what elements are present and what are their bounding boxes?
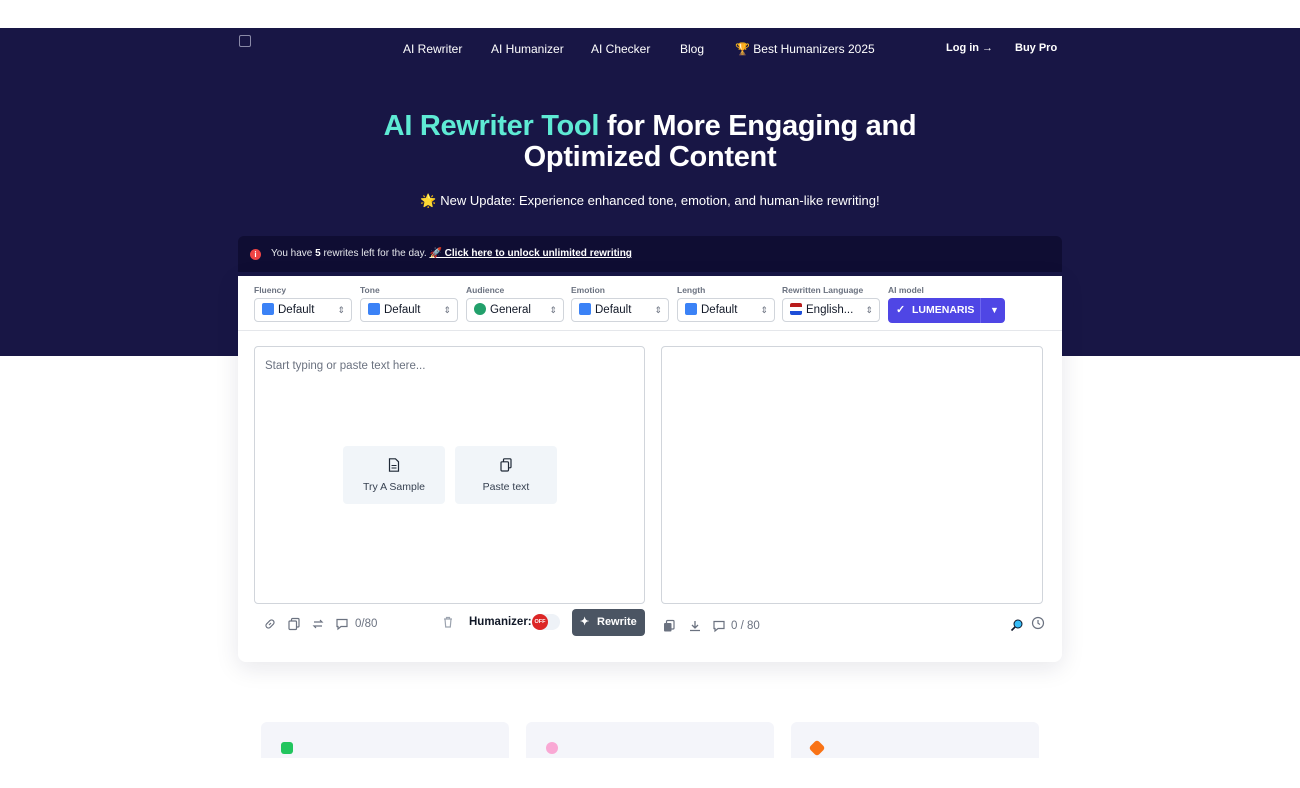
language-select[interactable]: English... ⇕ — [782, 298, 880, 322]
comment-icon — [713, 620, 725, 633]
options-bar: Fluency Default ⇕ Tone Default ⇕ Audienc… — [238, 276, 1062, 331]
model-label: AI model — [888, 285, 924, 295]
bottom-strip — [0, 758, 1300, 788]
language-option: Rewritten Language English... ⇕ — [782, 285, 880, 322]
try-sample-button[interactable]: Try A Sample — [343, 446, 445, 504]
login-link[interactable]: Log in → — [946, 42, 993, 54]
emotion-label: Emotion — [571, 285, 605, 295]
length-option: Length Default ⇕ — [677, 285, 775, 322]
output-word-count: 0 / 80 — [731, 620, 760, 632]
refresh-emoji-icon — [262, 303, 274, 315]
comment-icon — [336, 618, 348, 631]
nav-ai-humanizer[interactable]: AI Humanizer — [491, 42, 564, 56]
output-textarea[interactable] — [661, 346, 1043, 604]
audience-value: General — [490, 304, 531, 316]
rewriter-card: Fluency Default ⇕ Tone Default ⇕ Audienc… — [238, 276, 1062, 662]
length-value: Default — [701, 304, 738, 316]
fluency-select[interactable]: Default ⇕ — [254, 298, 352, 322]
nav-best-humanizers[interactable]: 🏆 Best Humanizers 2025 — [735, 42, 875, 56]
usage-notice-bar: i You have 5 rewrites left for the day. … — [238, 236, 1062, 272]
buy-pro-button[interactable]: Buy Pro — [1015, 42, 1057, 54]
rewrite-label: Rewrite — [597, 616, 637, 628]
humanizer-state: OFF — [532, 614, 548, 630]
nav-blog[interactable]: Blog — [680, 42, 704, 56]
collision-emoji-icon — [808, 739, 826, 757]
chevron-updown-icon: ⇕ — [760, 305, 768, 315]
copy-icon[interactable] — [287, 617, 301, 631]
top-nav: AI Rewriter AI Humanizer AI Checker Blog… — [0, 42, 1300, 58]
trash-icon[interactable] — [441, 615, 455, 629]
refresh-emoji-icon — [368, 303, 380, 315]
title-rest: for More Engaging and — [599, 110, 917, 142]
history-icon[interactable] — [1031, 616, 1045, 630]
humanizer-toggle[interactable]: OFF — [532, 614, 560, 630]
usage-notice-text: You have 5 rewrites left for the day. 🚀 … — [271, 248, 632, 259]
page-title: AI Rewriter Tool for More Engaging and O… — [300, 111, 1000, 173]
link-icon[interactable] — [263, 617, 277, 631]
notice-before: You have — [271, 248, 316, 259]
input-textarea[interactable]: Start typing or paste text here... Try A… — [254, 346, 645, 604]
download-icon[interactable] — [688, 619, 702, 633]
chevron-updown-icon: ⇕ — [337, 305, 345, 315]
info-icon: i — [250, 249, 261, 260]
magnifier-icon[interactable] — [1010, 618, 1024, 632]
globe-emoji-icon — [474, 303, 486, 315]
input-placeholder: Start typing or paste text here... — [265, 360, 426, 372]
fluency-label: Fluency — [254, 285, 287, 295]
refresh-emoji-icon — [579, 303, 591, 315]
us-flag-icon — [790, 303, 802, 315]
model-select-button[interactable]: ✓ LUMENARIS ▼ — [888, 298, 1005, 323]
language-value: English... — [806, 304, 854, 316]
nav-ai-rewriter[interactable]: AI Rewriter — [403, 42, 462, 56]
tone-option: Tone Default ⇕ — [360, 285, 458, 322]
fluency-option: Fluency Default ⇕ — [254, 285, 352, 322]
emotion-value: Default — [595, 304, 632, 316]
unlock-unlimited-link[interactable]: 🚀 Click here to unlock unlimited rewriti… — [429, 248, 631, 259]
chevron-updown-icon: ⇕ — [549, 305, 557, 315]
audience-option: Audience General ⇕ — [466, 285, 564, 322]
emotion-option: Emotion Default ⇕ — [571, 285, 669, 322]
refresh-emoji-icon — [685, 303, 697, 315]
language-label: Rewritten Language — [782, 285, 864, 295]
audience-label: Audience — [466, 285, 505, 295]
editor-toolbar: 0/80 Humanizer: OFF ✦ Rewrite 0 / 80 — [238, 609, 1062, 640]
fluency-value: Default — [278, 304, 315, 316]
copy-output-icon[interactable] — [662, 619, 676, 633]
title-accent: AI Rewriter Tool — [383, 110, 600, 142]
length-label: Length — [677, 285, 706, 295]
tone-label: Tone — [360, 285, 380, 295]
brain-emoji-icon — [546, 742, 558, 754]
swap-icon[interactable] — [311, 617, 325, 631]
chevron-updown-icon: ⇕ — [443, 305, 451, 315]
tone-value: Default — [384, 304, 421, 316]
paste-text-label: Paste text — [482, 481, 530, 493]
notice-after: rewrites left for the day. — [320, 248, 430, 259]
top-strip — [0, 0, 1300, 28]
model-option: AI model ✓ LUMENARIS ▼ — [888, 285, 1005, 323]
document-icon — [388, 458, 400, 472]
audience-select[interactable]: General ⇕ — [466, 298, 564, 322]
chevron-updown-icon: ⇕ — [654, 305, 662, 315]
rewrite-button[interactable]: ✦ Rewrite — [572, 609, 645, 636]
try-sample-label: Try A Sample — [362, 481, 426, 493]
title-line-2: Optimized Content — [523, 141, 777, 173]
clipboard-icon — [500, 458, 512, 472]
nav-ai-checker[interactable]: AI Checker — [591, 42, 650, 56]
humanizer-label: Humanizer: — [469, 616, 532, 628]
check-icon: ✓ — [896, 304, 906, 316]
input-word-count: 0/80 — [355, 618, 378, 630]
paste-text-button[interactable]: Paste text — [455, 446, 557, 504]
emotion-select[interactable]: Default ⇕ — [571, 298, 669, 322]
tone-select[interactable]: Default ⇕ — [360, 298, 458, 322]
check-mark-emoji-icon — [281, 742, 293, 754]
sparkle-icon: ✦ — [580, 616, 590, 628]
model-divider — [980, 298, 981, 323]
length-select[interactable]: Default ⇕ — [677, 298, 775, 322]
chevron-down-icon[interactable]: ▼ — [984, 298, 1005, 323]
model-value: LUMENARIS — [912, 304, 975, 316]
chevron-updown-icon: ⇕ — [865, 305, 873, 315]
update-subtitle: 🌟 New Update: Experience enhanced tone, … — [420, 193, 880, 208]
page: AI Rewriter AI Humanizer AI Checker Blog… — [0, 0, 1300, 788]
